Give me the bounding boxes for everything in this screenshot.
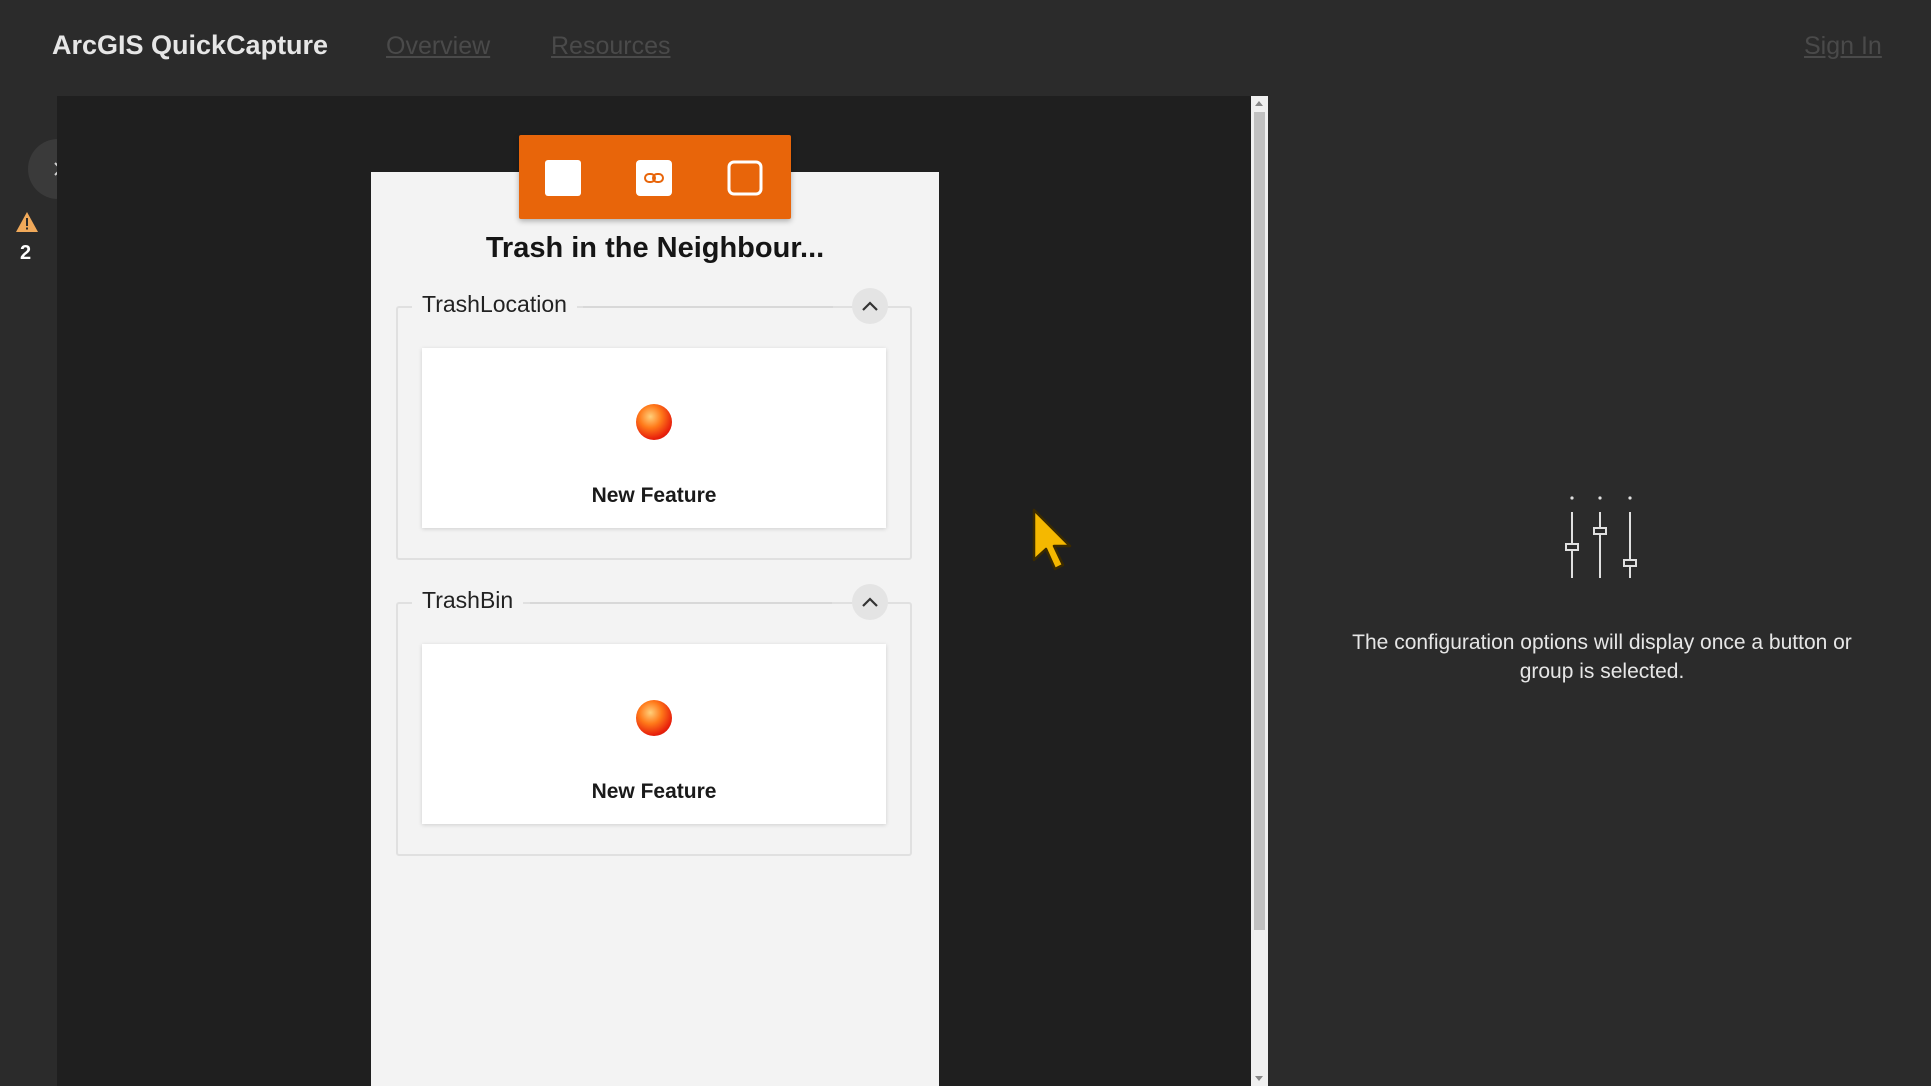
warning-count: 2 [20, 242, 32, 264]
group-trash-location[interactable]: TrashLocation New Feature [396, 284, 912, 560]
group-divider [583, 306, 833, 308]
scroll-up-icon[interactable] [1255, 101, 1263, 106]
square-icon[interactable] [545, 160, 581, 196]
collapse-group-button[interactable] [852, 288, 888, 324]
new-feature-button[interactable]: New Feature [422, 644, 886, 824]
group-label: TrashLocation [412, 284, 577, 324]
chevron-up-icon [862, 301, 878, 311]
new-feature-button[interactable]: New Feature [422, 348, 886, 528]
feature-button-label: New Feature [591, 780, 717, 803]
feature-point-icon [636, 404, 672, 440]
rounded-square-icon[interactable] [727, 160, 763, 196]
mouse-cursor-icon [1032, 508, 1072, 571]
top-bar: ArcGIS QuickCapture Overview Resources S… [0, 0, 1931, 96]
app-title: ArcGIS QuickCapture [52, 30, 329, 60]
group-label: TrashBin [412, 580, 524, 620]
feature-button-label: New Feature [591, 484, 717, 507]
link-icon[interactable] [636, 160, 672, 196]
collapse-group-button[interactable] [852, 584, 888, 620]
sign-in-link[interactable]: Sign In [1804, 32, 1882, 61]
chevron-up-icon [862, 597, 878, 607]
warning-icon[interactable] [15, 211, 39, 233]
nav-resources-link[interactable]: Resources [551, 32, 671, 61]
sliders-icon [1565, 496, 1637, 578]
scroll-thumb[interactable] [1254, 112, 1265, 930]
preview-toolbar [519, 135, 791, 219]
nav-overview-link[interactable]: Overview [386, 32, 490, 61]
project-title: Trash in the Neighbour... [485, 232, 825, 264]
group-trash-bin[interactable]: TrashBin New Feature [396, 580, 912, 856]
configuration-panel [1268, 96, 1931, 1086]
feature-point-icon [636, 700, 672, 736]
canvas-scrollbar[interactable] [1251, 96, 1268, 1086]
scroll-down-icon[interactable] [1255, 1076, 1263, 1081]
config-empty-message: The configuration options will display o… [1352, 631, 1852, 683]
group-divider [530, 602, 832, 604]
